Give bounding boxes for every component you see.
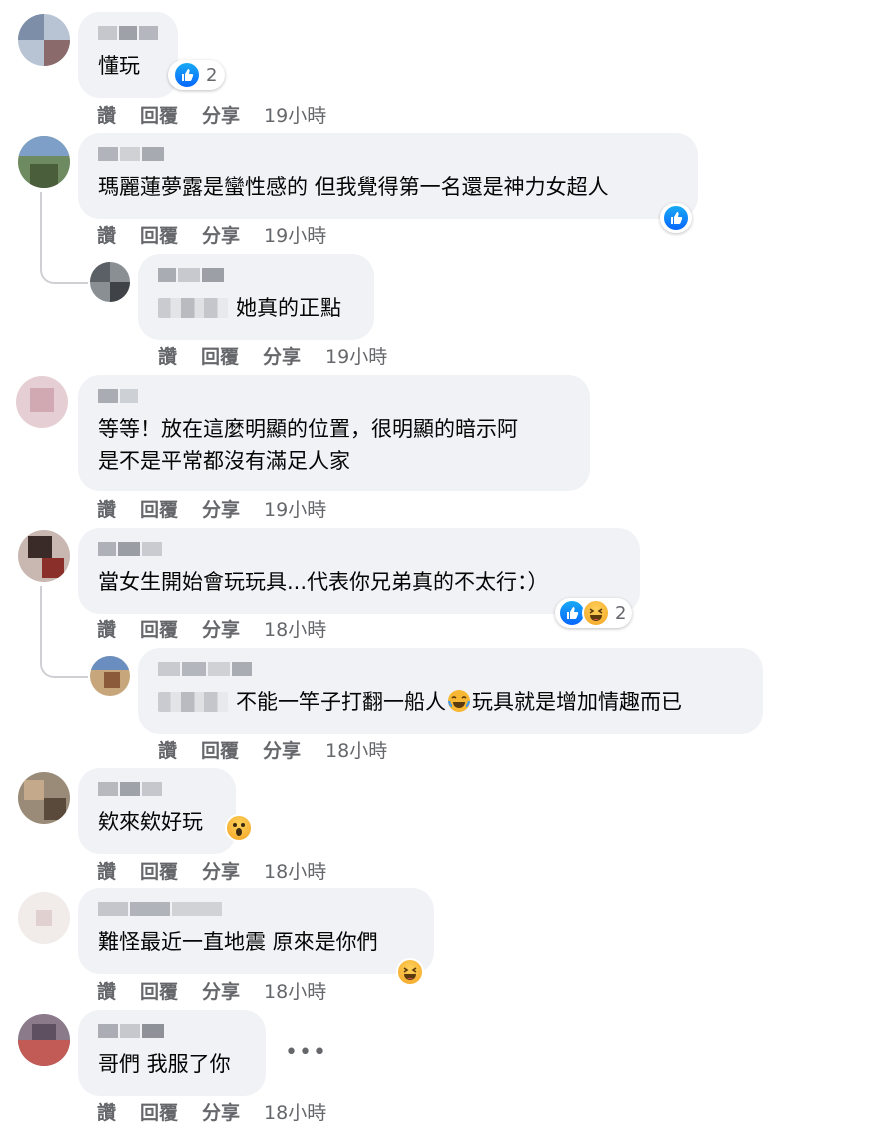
avatar[interactable] [18, 892, 70, 944]
comment-text: 等等！放在這麼明顯的位置，很明顯的暗示阿 [98, 417, 518, 441]
reply-button[interactable]: 回覆 [140, 499, 178, 521]
comment-actions: 讚 回覆 分享 19小時 [97, 101, 326, 128]
comment-bubble: 當女生開始會玩玩具...代表你兄弟真的不太行：） [78, 528, 640, 614]
timestamp[interactable]: 18小時 [264, 981, 326, 1003]
reply-button[interactable]: 回覆 [140, 861, 178, 883]
timestamp[interactable]: 18小時 [325, 740, 387, 762]
avatar[interactable] [18, 136, 70, 188]
tagged-name[interactable] [158, 298, 228, 318]
reaction-summary[interactable]: 2 [555, 598, 633, 628]
reply-button[interactable]: 回覆 [140, 1102, 178, 1124]
timestamp[interactable]: 19小時 [264, 105, 326, 127]
like-button[interactable]: 讚 [97, 499, 116, 521]
commenter-name[interactable] [158, 662, 743, 676]
timestamp[interactable]: 19小時 [264, 499, 326, 521]
like-button[interactable]: 讚 [97, 981, 116, 1003]
comment-bubble: 瑪麗蓮夢露是蠻性感的 但我覺得第一名還是神力女超人 [78, 133, 698, 219]
share-button[interactable]: 分享 [263, 740, 301, 762]
timestamp[interactable]: 19小時 [264, 225, 326, 247]
avatar[interactable] [90, 262, 130, 302]
comment-bubble: 等等！放在這麼明顯的位置，很明顯的暗示阿 是不是平常都沒有滿足人家 [78, 375, 590, 491]
comment-text: 哥們 我服了你 [98, 1052, 231, 1076]
reply-button[interactable]: 回覆 [140, 619, 178, 641]
share-button[interactable]: 分享 [202, 105, 240, 127]
reply-button[interactable]: 回覆 [140, 225, 178, 247]
haha-icon [582, 599, 610, 627]
comment-bubble: 難怪最近一直地震 原來是你們 [78, 888, 434, 974]
like-button[interactable]: 讚 [97, 861, 116, 883]
comment-actions: 讚 回覆 分享 18小時 [97, 615, 326, 642]
share-button[interactable]: 分享 [263, 346, 301, 368]
avatar[interactable] [18, 1014, 70, 1066]
comment-bubble: 她真的正點 [138, 254, 374, 340]
wow-icon[interactable] [225, 814, 253, 842]
commenter-name[interactable] [98, 542, 620, 556]
avatar[interactable] [90, 656, 130, 696]
haha-icon[interactable] [396, 958, 424, 986]
share-button[interactable]: 分享 [202, 981, 240, 1003]
timestamp[interactable]: 18小時 [264, 861, 326, 883]
timestamp[interactable]: 18小時 [264, 619, 326, 641]
comment-text: 她真的正點 [158, 292, 354, 324]
timestamp[interactable]: 18小時 [264, 1102, 326, 1124]
comment-actions: 讚 回覆 分享 18小時 [97, 857, 326, 884]
comment-text: 不能一竿子打翻一船人 玩具就是增加情趣而已 [158, 686, 743, 718]
like-button[interactable]: 讚 [158, 346, 177, 368]
comment-bubble: 欸來欸好玩 [78, 768, 236, 854]
comment-actions: 讚 回覆 分享 18小時 [158, 736, 387, 763]
comment-text: 當女生開始會玩玩具...代表你兄弟真的不太行：） [98, 570, 549, 594]
reaction-summary[interactable]: 2 [168, 60, 226, 90]
comment-text: 瑪麗蓮夢露是蠻性感的 但我覺得第一名還是神力女超人 [98, 175, 609, 199]
like-icon [173, 61, 201, 89]
like-button[interactable]: 讚 [97, 105, 116, 127]
comment-text: 懂玩 [98, 54, 140, 78]
share-button[interactable]: 分享 [202, 1102, 240, 1124]
reaction-count: 2 [615, 602, 627, 624]
commenter-name[interactable] [98, 389, 570, 403]
reply-button[interactable]: 回覆 [140, 981, 178, 1003]
comment-actions: 讚 回覆 分享 19小時 [97, 495, 326, 522]
avatar[interactable] [16, 376, 68, 428]
comment-bubble: 懂玩 [78, 12, 178, 98]
reply-button[interactable]: 回覆 [140, 105, 178, 127]
avatar[interactable] [18, 14, 70, 66]
cry-laugh-icon [447, 690, 471, 712]
like-button[interactable]: 讚 [158, 740, 177, 762]
like-button[interactable]: 讚 [97, 619, 116, 641]
reply-button[interactable]: 回覆 [201, 740, 239, 762]
comment-text-line2: 是不是平常都沒有滿足人家 [98, 449, 350, 473]
commenter-name[interactable] [98, 147, 678, 161]
like-icon [662, 204, 690, 232]
comment-bubble: 不能一竿子打翻一船人 玩具就是增加情趣而已 [138, 648, 763, 734]
avatar[interactable] [18, 772, 70, 824]
share-button[interactable]: 分享 [202, 861, 240, 883]
share-button[interactable]: 分享 [202, 619, 240, 641]
commenter-name[interactable] [98, 902, 414, 916]
reply-button[interactable]: 回覆 [201, 346, 239, 368]
reaction-count: 2 [206, 64, 218, 86]
comment-actions: 讚 回覆 分享 18小時 [97, 1098, 326, 1125]
share-button[interactable]: 分享 [202, 499, 240, 521]
comment-bubble: 哥們 我服了你 [78, 1010, 266, 1096]
commenter-name[interactable] [98, 1024, 246, 1038]
commenter-name[interactable] [98, 782, 216, 796]
share-button[interactable]: 分享 [202, 225, 240, 247]
comment-text: 難怪最近一直地震 原來是你們 [98, 930, 378, 954]
more-options-button[interactable]: ••• [285, 1040, 327, 1065]
tagged-name[interactable] [158, 692, 228, 712]
timestamp[interactable]: 19小時 [325, 346, 387, 368]
avatar[interactable] [18, 530, 70, 582]
comment-actions: 讚 回覆 分享 19小時 [158, 342, 387, 369]
commenter-name[interactable] [158, 268, 354, 282]
comment-text: 欸來欸好玩 [98, 810, 203, 834]
commenter-name[interactable] [98, 26, 158, 40]
reaction-summary[interactable] [660, 203, 692, 233]
like-button[interactable]: 讚 [97, 1102, 116, 1124]
comment-actions: 讚 回覆 分享 18小時 [97, 977, 326, 1004]
comment-actions: 讚 回覆 分享 19小時 [97, 221, 326, 248]
like-button[interactable]: 讚 [97, 225, 116, 247]
